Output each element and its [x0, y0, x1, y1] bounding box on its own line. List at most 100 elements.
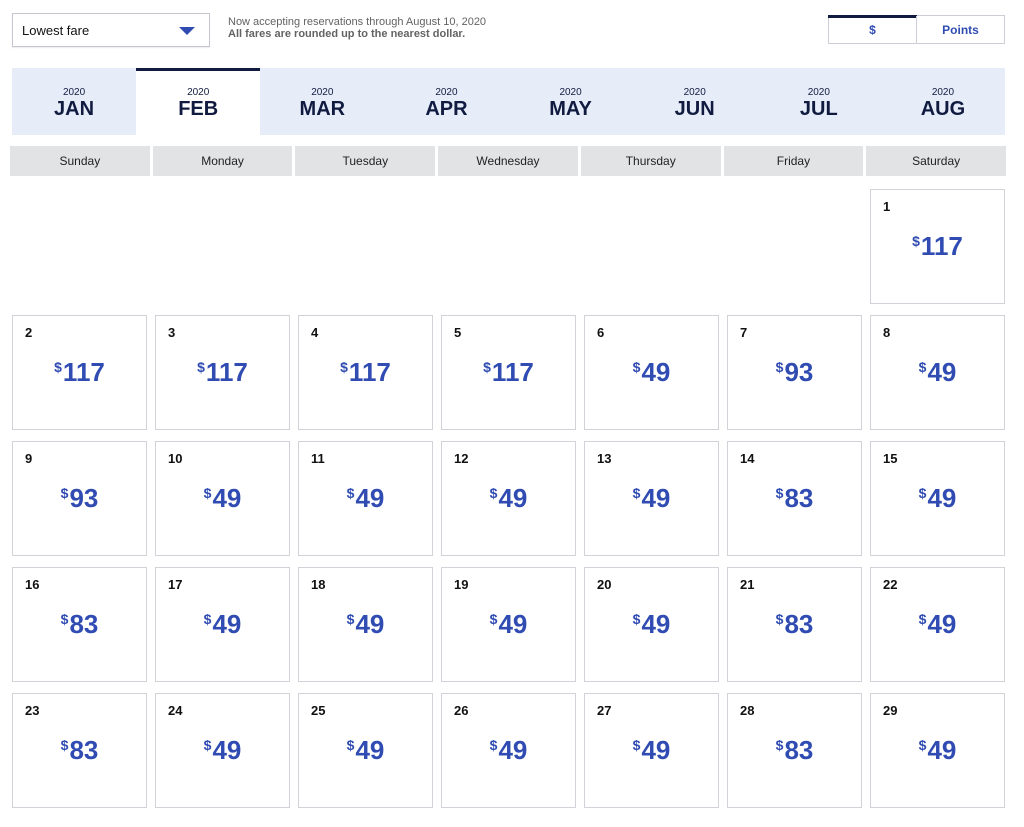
weekday-monday: Monday [152, 146, 293, 176]
fare-type-value: Lowest fare [22, 22, 90, 38]
fare-amount: 83 [784, 735, 814, 765]
currency-symbol: $ [489, 737, 498, 753]
day-number: 18 [311, 577, 326, 592]
calendar-day[interactable]: 5 $117 [441, 315, 576, 430]
calendar-day[interactable]: 9 $93 [12, 441, 147, 556]
day-fare: $83 [13, 604, 146, 639]
tab-month: MAR [299, 97, 346, 120]
calendar-day[interactable]: 10 $49 [155, 441, 290, 556]
day-number: 6 [597, 325, 605, 340]
currency-symbol: $ [483, 359, 491, 375]
calendar-day[interactable]: 21 $83 [727, 567, 862, 682]
tab-month: AUG [920, 97, 966, 120]
dollars-toggle-button[interactable]: $ [828, 15, 917, 43]
calendar-day[interactable]: 7 $93 [727, 315, 862, 430]
calendar-day[interactable]: 3 $117 [155, 315, 290, 430]
fare-amount: 117 [348, 357, 391, 387]
calendar-day[interactable]: 4 $117 [298, 315, 433, 430]
currency-symbol: $ [340, 359, 348, 375]
calendar-day[interactable]: 18 $49 [298, 567, 433, 682]
day-number: 2 [25, 325, 33, 340]
day-number: 25 [311, 703, 326, 718]
fare-amount: 49 [927, 357, 957, 387]
calendar-day[interactable]: 28 $83 [727, 693, 862, 808]
tab-jun[interactable]: 2020 JUN [633, 68, 757, 135]
calendar-day[interactable]: 13 $49 [584, 441, 719, 556]
currency-symbol: $ [918, 359, 927, 375]
currency-symbol: $ [632, 737, 641, 753]
tab-jan[interactable]: 2020 JAN [12, 68, 136, 135]
fare-amount: 49 [927, 735, 957, 765]
currency-symbol: $ [203, 485, 212, 501]
calendar-day[interactable]: 23 $83 [12, 693, 147, 808]
tab-feb[interactable]: 2020 FEB [136, 68, 261, 135]
weekday-tuesday: Tuesday [295, 146, 436, 176]
day-fare: $117 [156, 352, 289, 387]
tab-month: JUL [799, 97, 838, 120]
day-number: 29 [883, 703, 898, 718]
day-fare: $49 [585, 604, 718, 639]
day-number: 1 [883, 199, 891, 214]
calendar-day[interactable]: 20 $49 [584, 567, 719, 682]
day-fare: $49 [299, 478, 432, 513]
fare-amount: 49 [641, 735, 671, 765]
fare-amount: 49 [927, 609, 957, 639]
day-fare: $49 [442, 604, 575, 639]
day-number: 9 [25, 451, 33, 466]
day-number: 26 [454, 703, 469, 718]
calendar-day[interactable]: 1 $117 [870, 189, 1005, 304]
fare-amount: 83 [784, 609, 814, 639]
tab-may[interactable]: 2020 MAY [509, 68, 633, 135]
calendar-day[interactable]: 26 $49 [441, 693, 576, 808]
day-fare: $49 [585, 478, 718, 513]
tab-year: 2020 [683, 86, 706, 98]
calendar-day[interactable]: 6 $49 [584, 315, 719, 430]
calendar-day[interactable]: 19 $49 [441, 567, 576, 682]
currency-symbol: $ [775, 611, 784, 627]
calendar-day[interactable]: 2 $117 [12, 315, 147, 430]
calendar-day[interactable]: 14 $83 [727, 441, 862, 556]
currency-symbol: $ [918, 611, 927, 627]
fare-amount: 49 [927, 483, 957, 513]
tab-mar[interactable]: 2020 MAR [260, 68, 384, 135]
fare-amount: 49 [641, 609, 671, 639]
fare-amount: 83 [69, 735, 99, 765]
calendar-day[interactable]: 16 $83 [12, 567, 147, 682]
currency-symbol: $ [632, 359, 641, 375]
weekday-sunday: Sunday [10, 146, 150, 176]
tab-month: JUN [674, 97, 715, 120]
fare-amount: 83 [784, 483, 814, 513]
calendar-day[interactable]: 12 $49 [441, 441, 576, 556]
day-number: 28 [740, 703, 755, 718]
notice-reservations: Now accepting reservations through Augus… [228, 16, 487, 28]
tab-year: 2020 [931, 86, 955, 98]
calendar-day[interactable]: 11 $49 [298, 441, 433, 556]
calendar-day[interactable]: 17 $49 [155, 567, 290, 682]
calendar-day[interactable]: 29 $49 [870, 693, 1005, 808]
day-fare: $117 [13, 352, 146, 387]
day-number: 3 [168, 325, 176, 340]
day-fare: $49 [299, 730, 432, 765]
fare-type-dropdown[interactable]: Lowest fare [12, 13, 210, 47]
calendar-day[interactable]: 15 $49 [870, 441, 1005, 556]
calendar-day[interactable]: 25 $49 [298, 693, 433, 808]
day-fare: $49 [585, 352, 718, 387]
day-fare: $93 [13, 478, 146, 513]
day-fare: $117 [871, 226, 1004, 261]
day-fare: $83 [728, 604, 861, 639]
currency-symbol: $ [918, 737, 927, 753]
points-toggle-button[interactable]: Points [916, 16, 1004, 43]
tab-jul[interactable]: 2020 JUL [757, 68, 881, 135]
notice-rounding: All fares are rounded up to the nearest … [228, 28, 466, 40]
currency-symbol: $ [346, 611, 355, 627]
fare-amount: 49 [212, 735, 242, 765]
calendar-day[interactable]: 27 $49 [584, 693, 719, 808]
calendar-day[interactable]: 22 $49 [870, 567, 1005, 682]
tab-apr[interactable]: 2020 APR [384, 68, 508, 135]
day-number: 24 [168, 703, 183, 718]
currency-symbol: $ [912, 233, 920, 249]
calendar-day[interactable]: 8 $49 [870, 315, 1005, 430]
calendar-day[interactable]: 24 $49 [155, 693, 290, 808]
day-fare: $49 [442, 478, 575, 513]
tab-aug[interactable]: 2020 AUG [881, 68, 1005, 135]
